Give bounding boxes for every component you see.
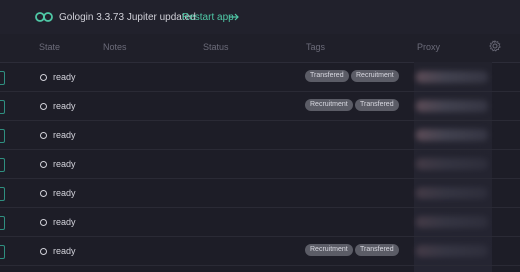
tag-transfered[interactable]: Transfered [355, 99, 399, 111]
row-checkbox[interactable] [0, 71, 5, 85]
proxy-value-blurred[interactable] [416, 129, 488, 141]
row-checkbox[interactable] [0, 129, 5, 143]
tag-recruitment[interactable]: Recruitment [305, 99, 353, 111]
row-checkbox[interactable] [0, 158, 5, 172]
status-circle-icon [40, 103, 47, 110]
status-circle-icon [40, 248, 47, 255]
restart-app-link[interactable]: Restart app [182, 12, 234, 23]
status-circle-icon [40, 74, 47, 81]
tag-transfered[interactable]: Transfered [305, 70, 349, 82]
proxy-value-blurred[interactable] [416, 245, 488, 257]
tag-recruitment[interactable]: Recruitment [305, 244, 353, 256]
column-header-notes[interactable]: Notes [103, 42, 127, 52]
row-state: ready [53, 188, 76, 198]
tag-recruitment[interactable]: Recruitment [351, 70, 399, 82]
arrow-right-icon[interactable] [228, 12, 240, 22]
row-state: ready [53, 246, 76, 256]
row-state: ready [53, 217, 76, 227]
update-message: Gologin 3.3.73 Jupiter updated [59, 12, 196, 23]
proxy-value-blurred[interactable] [416, 71, 488, 83]
proxy-value-blurred[interactable] [416, 187, 488, 199]
status-circle-icon [40, 219, 47, 226]
column-header-proxy[interactable]: Proxy [417, 42, 440, 52]
column-header-tags[interactable]: Tags [306, 42, 325, 52]
proxy-value-blurred[interactable] [416, 216, 488, 228]
status-circle-icon [40, 161, 47, 168]
row-state: ready [53, 159, 76, 169]
row-state: ready [53, 130, 76, 140]
status-circle-icon [40, 190, 47, 197]
column-header-status[interactable]: Status [203, 42, 229, 52]
infinity-logo-icon [35, 12, 53, 22]
row-checkbox[interactable] [0, 100, 5, 114]
row-checkbox[interactable] [0, 245, 5, 259]
row-checkbox[interactable] [0, 187, 5, 201]
column-header-state[interactable]: State [39, 42, 60, 52]
status-circle-icon [40, 132, 47, 139]
proxy-value-blurred[interactable] [416, 158, 488, 170]
proxy-value-blurred[interactable] [416, 100, 488, 112]
gear-icon[interactable] [489, 40, 501, 52]
table-header: State Notes Status Tags Proxy [0, 34, 520, 62]
update-banner: Gologin 3.3.73 Jupiter updated Restart a… [0, 0, 520, 35]
tag-transfered[interactable]: Transfered [355, 244, 399, 256]
row-checkbox[interactable] [0, 216, 5, 230]
row-state: ready [53, 72, 76, 82]
row-state: ready [53, 101, 76, 111]
